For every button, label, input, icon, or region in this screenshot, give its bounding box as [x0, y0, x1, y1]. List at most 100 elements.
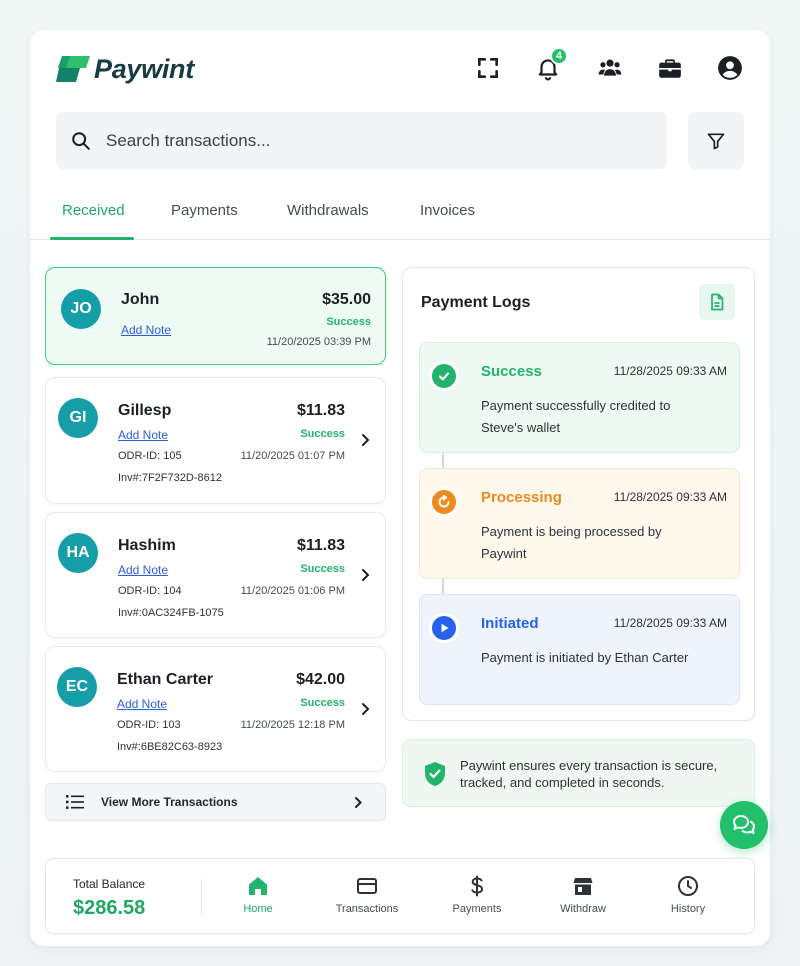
app-card: Paywint 4 Search transactions... Receive…	[30, 30, 770, 946]
bottom-navigation: Total Balance $286.58 Home Transactions …	[45, 858, 755, 934]
nav-label: Withdraw	[560, 903, 606, 915]
status-badge: Success	[300, 563, 345, 575]
transaction-amount: $35.00	[322, 291, 371, 308]
processing-spinner-icon	[429, 487, 459, 517]
tab-withdrawals[interactable]: Withdrawals	[287, 202, 369, 219]
log-entry-processing: Processing 11/28/2025 09:33 AM Payment i…	[419, 468, 740, 579]
nav-payments[interactable]: Payments	[432, 871, 522, 925]
transaction-name: Gillesp	[118, 402, 172, 419]
status-badge: Success	[300, 697, 345, 709]
transaction-amount: $11.83	[296, 537, 345, 554]
nav-label: History	[670, 903, 706, 915]
profile-button[interactable]	[714, 52, 746, 84]
briefcase-icon	[659, 59, 681, 78]
transaction-amount: $42.00	[296, 671, 345, 688]
security-note: Paywint ensures every transaction is sec…	[402, 739, 755, 807]
avatar: JO	[61, 289, 101, 329]
payment-logs-panel: Payment Logs Success 11/28/2025 09:33 AM…	[402, 267, 755, 721]
users-icon	[598, 59, 622, 76]
chat-icon	[733, 815, 755, 834]
transaction-card[interactable]: EC Ethan Carter Add Note ODR-ID: 103 Inv…	[45, 646, 386, 772]
add-note-link[interactable]: Add Note	[121, 323, 171, 337]
nav-home[interactable]: Home	[213, 871, 303, 925]
log-entry-success: Success 11/28/2025 09:33 AM Payment succ…	[419, 342, 740, 453]
dollar-icon	[471, 875, 484, 897]
brand-logo[interactable]: Paywint	[56, 52, 194, 86]
transaction-amount: $11.83	[296, 402, 345, 419]
tab-invoices[interactable]: Invoices	[420, 202, 475, 219]
notifications-button[interactable]: 4	[532, 47, 568, 84]
nav-history[interactable]: History	[643, 871, 733, 925]
invoice-id: Inv#:6BE82C63-8923	[117, 741, 223, 753]
clock-icon	[678, 876, 698, 896]
total-balance-value: $286.58	[73, 897, 146, 919]
nav-label: Payments	[452, 903, 502, 915]
divider	[201, 879, 202, 915]
add-note-link[interactable]: Add Note	[118, 428, 168, 442]
log-message: Payment is being processed by Paywint	[481, 524, 662, 561]
transaction-date: 11/20/2025 01:06 PM	[240, 585, 345, 597]
nav-label: Home	[243, 903, 273, 915]
order-id: ODR-ID: 105	[118, 450, 182, 462]
home-icon	[249, 877, 267, 895]
team-button[interactable]	[594, 52, 626, 84]
chevron-right-icon[interactable]	[359, 702, 371, 716]
list-icon	[66, 795, 84, 809]
tab-received[interactable]: Received	[62, 202, 125, 219]
total-balance-label: Total Balance	[73, 877, 146, 891]
business-button[interactable]	[654, 52, 686, 84]
transaction-date: 11/20/2025 12:18 PM	[240, 719, 345, 731]
order-id: ODR-ID: 103	[117, 719, 181, 731]
log-entry-initiated: Initiated 11/28/2025 09:33 AM Payment is…	[419, 594, 740, 705]
log-status: Success	[481, 363, 542, 380]
tab-bar: Received Payments Withdrawals Invoices	[30, 190, 770, 240]
log-status: Initiated	[481, 615, 539, 632]
tab-payments[interactable]: Payments	[171, 202, 238, 219]
chevron-right-icon[interactable]	[359, 568, 371, 582]
fullscreen-icon	[478, 58, 498, 78]
play-icon	[429, 613, 459, 643]
log-time: 11/28/2025 09:33 AM	[613, 364, 727, 378]
transaction-card[interactable]: HA Hashim Add Note ODR-ID: 104 Inv#:0AC3…	[45, 512, 386, 638]
transaction-name: Hashim	[118, 537, 176, 554]
chevron-right-icon	[355, 797, 362, 808]
search-input[interactable]	[106, 130, 626, 151]
invoice-id: Inv#:0AC324FB-1075	[118, 607, 224, 619]
document-icon	[711, 293, 724, 311]
log-message: Payment is initiated by Ethan Carter	[481, 650, 689, 665]
transaction-date: 11/20/2025 01:07 PM	[240, 450, 345, 462]
avatar: GI	[58, 398, 98, 438]
log-time: 11/28/2025 09:33 AM	[613, 490, 727, 504]
add-note-link[interactable]: Add Note	[118, 563, 168, 577]
export-logs-button[interactable]	[699, 284, 735, 320]
store-icon	[573, 878, 593, 895]
transaction-card[interactable]: JO John Add Note $35.00 Success 11/20/20…	[45, 267, 386, 365]
payment-logs-title: Payment Logs	[421, 294, 531, 311]
chevron-right-icon[interactable]	[359, 433, 371, 447]
avatar: EC	[57, 667, 97, 707]
transaction-date: 11/20/2025 03:39 PM	[266, 336, 371, 348]
filter-button[interactable]	[688, 112, 744, 169]
log-status: Processing	[481, 489, 562, 506]
fullscreen-button[interactable]	[472, 52, 504, 84]
active-tab-indicator	[50, 237, 134, 240]
search-bar	[56, 112, 667, 169]
log-message: Payment successfully credited to Steve's…	[481, 398, 671, 435]
log-time: 11/28/2025 09:33 AM	[613, 616, 727, 630]
security-note-text: Paywint ensures every transaction is sec…	[460, 758, 718, 790]
nav-withdraw[interactable]: Withdraw	[538, 871, 628, 925]
chat-support-button[interactable]	[720, 801, 768, 849]
transaction-name: Ethan Carter	[117, 671, 214, 688]
notification-badge: 4	[550, 47, 568, 65]
filter-icon	[707, 133, 725, 149]
paywint-logo-icon	[56, 56, 90, 82]
shield-check-icon	[425, 762, 445, 786]
success-check-icon	[429, 361, 459, 391]
add-note-link[interactable]: Add Note	[117, 697, 167, 711]
view-more-transactions-button[interactable]: View More Transactions	[45, 783, 386, 821]
transaction-card[interactable]: GI Gillesp Add Note ODR-ID: 105 Inv#:7F2…	[45, 377, 386, 504]
user-avatar-icon	[718, 56, 742, 80]
order-id: ODR-ID: 104	[118, 585, 182, 597]
nav-transactions[interactable]: Transactions	[322, 871, 412, 925]
status-badge: Success	[326, 316, 371, 328]
